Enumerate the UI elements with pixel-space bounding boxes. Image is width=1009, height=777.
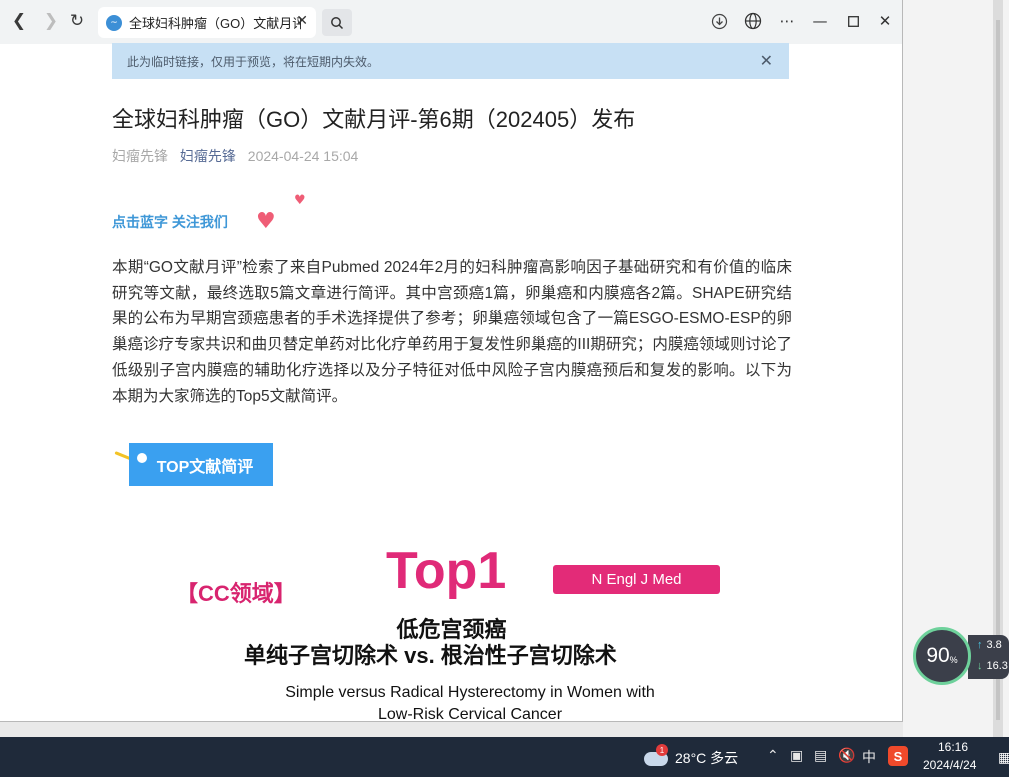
upload-arrow-icon: ↑ <box>977 639 983 651</box>
wechat-favicon-icon: ~ <box>106 14 122 31</box>
gauge-percent-unit: % <box>949 655 958 665</box>
security-tray-icon[interactable]: ▣ <box>790 747 803 764</box>
network-icon[interactable]: ▤ <box>814 747 827 764</box>
weather-cloud-icon[interactable]: 1 <box>642 744 668 766</box>
search-button[interactable] <box>322 9 352 36</box>
upload-speed: ↑ 3.8 <box>977 639 1002 651</box>
forward-arrow-icon[interactable]: ❯ <box>40 10 62 32</box>
search-icon <box>331 16 344 29</box>
weather-badge: 1 <box>656 744 668 756</box>
tab-active[interactable]: ~ 全球妇科肿瘤（GO）文献月评 ✕ <box>98 7 316 38</box>
en-title: Simple versus Radical Hysterectomy in Wo… <box>220 682 720 722</box>
browser-toolbar: ❮ ❯ ↻ ~ 全球妇科肿瘤（GO）文献月评 ✕ ⋯ — ✕ <box>0 0 902 44</box>
more-menu-icon[interactable]: ⋯ <box>777 11 797 31</box>
field-label: 【CC领域】 <box>176 581 296 606</box>
article-author: 妇瘤先锋 <box>112 148 168 164</box>
cn-title-line2: 单纯子宫切除术 vs. 根治性子宫切除术 <box>244 643 617 668</box>
minimize-icon[interactable]: — <box>810 11 830 31</box>
en-title-line2: Low-Risk Cervical Cancer <box>377 706 563 722</box>
clock-date[interactable]: 2024/4/24 <box>923 758 976 772</box>
close-window-icon[interactable]: ✕ <box>875 11 895 31</box>
notification-icon[interactable]: ▦ <box>998 749 1009 766</box>
download-speed: ↓ 16.3 <box>977 660 1008 672</box>
maximize-icon[interactable] <box>843 11 863 31</box>
clock-time[interactable]: 16:16 <box>938 740 968 754</box>
speaker-muted-icon[interactable]: 🔇 <box>838 747 855 764</box>
heart-icon-small: ♥ <box>294 193 306 208</box>
download-arrow-icon: ↓ <box>977 660 983 672</box>
en-title-line1: Simple versus Radical Hysterectomy in Wo… <box>285 684 655 701</box>
banner-decoration-dot <box>137 453 147 463</box>
section-banner-label: TOP文献简评 <box>156 458 254 476</box>
notice-close-icon[interactable]: ✕ <box>760 51 773 70</box>
ime-indicator[interactable]: 中 <box>862 747 876 767</box>
gauge-percent: 90 <box>926 644 950 667</box>
chevron-up-icon[interactable]: ⌃ <box>767 747 779 764</box>
back-arrow-icon[interactable]: ❮ <box>8 10 30 32</box>
journal-badge: N Engl J Med <box>553 565 720 594</box>
article-title: 全球妇科肿瘤（GO）文献月评-第6期（202405）发布 <box>112 107 636 132</box>
download-speed-value: 16.3 <box>986 660 1008 672</box>
follow-prompt: 点击蓝字 关注我们 <box>112 214 228 230</box>
publish-date: 2024-04-24 15:04 <box>247 148 359 164</box>
refresh-icon[interactable]: ↻ <box>66 10 88 32</box>
memory-usage-gauge: 90% <box>913 627 971 685</box>
upload-speed-value: 3.8 <box>986 639 1002 651</box>
article-meta: 妇瘤先锋 妇瘤先锋 2024-04-24 15:04 <box>112 146 358 166</box>
taskbar: 1 28°C 多云 ⌃ ▣ ▤ 🔇 中 S 16:16 2024/4/24 ▦ <box>0 737 1009 777</box>
globe-icon[interactable] <box>743 11 763 31</box>
temporary-link-notice: 此为临时链接，仅用于预览，将在短期内失效。 ✕ <box>112 43 789 79</box>
tab-title: 全球妇科肿瘤（GO）文献月评 <box>129 16 301 31</box>
sogou-ime-icon[interactable]: S <box>888 746 908 766</box>
tab-close-icon[interactable]: ✕ <box>296 13 308 29</box>
article-intro-paragraph: 本期“GO文献月评”检索了来自Pubmed 2024年2月的妇科肿瘤高影响因子基… <box>112 259 792 405</box>
notice-text: 此为临时链接，仅用于预览，将在短期内失效。 <box>127 54 380 69</box>
background-scrollbar-thumb[interactable] <box>996 20 1000 720</box>
account-link[interactable]: 妇瘤先锋 <box>180 148 236 164</box>
heart-icon: ♥ <box>256 209 276 234</box>
top1-label: Top1 <box>386 542 507 600</box>
weather-text[interactable]: 28°C 多云 <box>675 748 738 768</box>
browser-window: ❮ ❯ ↻ ~ 全球妇科肿瘤（GO）文献月评 ✕ ⋯ — ✕ 此为临时链接，仅用… <box>0 0 903 722</box>
download-icon[interactable] <box>709 11 729 31</box>
section-banner: TOP文献简评 <box>129 443 273 486</box>
network-speed-widget[interactable]: 90% ↑ 3.8 ↓ 16.3 <box>913 627 1009 685</box>
